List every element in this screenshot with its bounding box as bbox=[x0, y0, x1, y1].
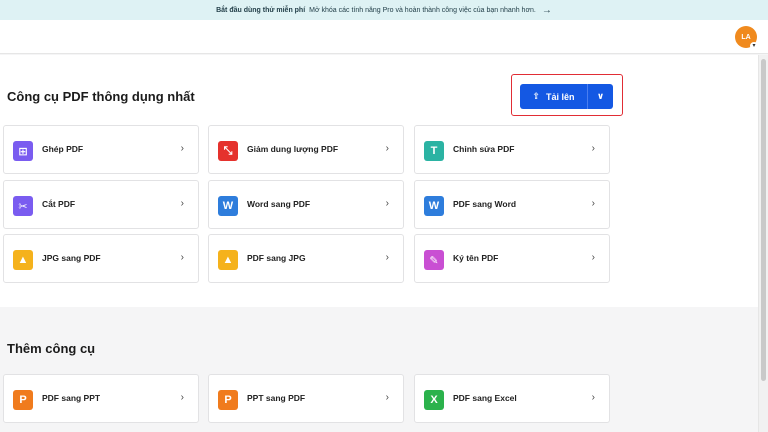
chevron-down-icon: ∨ bbox=[596, 91, 605, 101]
chevron-right-icon: › bbox=[385, 198, 389, 209]
text-edit-icon: T bbox=[424, 141, 444, 161]
promo-banner-bold: Bắt đầu dùng thử miễn phí bbox=[216, 6, 306, 14]
tool-card-label: PDF sang Word bbox=[453, 199, 517, 209]
promo-banner[interactable]: Bắt đầu dùng thử miễn phí Mở khóa các tí… bbox=[0, 0, 768, 20]
tool-card[interactable]: P PDF sang PPT › bbox=[3, 374, 199, 423]
word-icon: W bbox=[424, 196, 444, 216]
tool-card-label: PPT sang PDF bbox=[247, 393, 306, 403]
upload-icon: ⇪ bbox=[532, 91, 541, 101]
tool-card-label: PDF sang JPG bbox=[247, 253, 306, 263]
upload-button[interactable]: ⇪ Tải lên bbox=[520, 84, 588, 109]
signature-icon: ✎ bbox=[424, 250, 444, 270]
chevron-right-icon: › bbox=[591, 392, 595, 403]
tool-card[interactable]: ⊞ Ghép PDF › bbox=[3, 125, 199, 174]
tool-card[interactable]: T Chỉnh sửa PDF › bbox=[414, 125, 610, 174]
popular-tools-title: Công cụ PDF thông dụng nhất bbox=[7, 89, 195, 104]
tool-card-label: Giảm dung lượng PDF bbox=[247, 144, 339, 154]
tool-card[interactable]: W Word sang PDF › bbox=[208, 180, 404, 229]
scrollbar-thumb[interactable] bbox=[761, 59, 766, 381]
upload-button-group: ⇪ Tải lên ∨ bbox=[520, 84, 613, 109]
chevron-right-icon: › bbox=[385, 392, 389, 403]
tool-card[interactable]: ▲ JPG sang PDF › bbox=[3, 234, 199, 283]
chevron-down-icon: ▾ bbox=[750, 42, 758, 50]
chevron-right-icon: › bbox=[385, 252, 389, 263]
excel-icon: X bbox=[424, 390, 444, 410]
tool-card-label: PDF sang Excel bbox=[453, 393, 517, 403]
chevron-right-icon: › bbox=[591, 252, 595, 263]
chevron-right-icon: › bbox=[385, 143, 389, 154]
promo-banner-text: Mở khóa các tính năng Pro và hoàn thành … bbox=[309, 6, 536, 14]
tool-card[interactable]: ▲ PDF sang JPG › bbox=[208, 234, 404, 283]
tool-card[interactable]: P PPT sang PDF › bbox=[208, 374, 404, 423]
chevron-right-icon: › bbox=[591, 143, 595, 154]
tool-card-label: Ghép PDF bbox=[42, 144, 84, 154]
word-icon: W bbox=[218, 196, 238, 216]
upload-button-label: Tải lên bbox=[546, 91, 575, 102]
tool-card-label: PDF sang PPT bbox=[42, 393, 101, 403]
tool-card-label: Cắt PDF bbox=[42, 199, 76, 209]
image-icon: ▲ bbox=[218, 250, 238, 270]
compress-icon: ⤡ bbox=[218, 141, 238, 161]
tool-card-label: Ký tên PDF bbox=[453, 253, 499, 263]
tool-card[interactable]: W PDF sang Word › bbox=[414, 180, 610, 229]
chevron-right-icon: › bbox=[180, 392, 184, 403]
more-tools-title: Thêm công cụ bbox=[7, 341, 96, 356]
tool-card[interactable]: X PDF sang Excel › bbox=[414, 374, 610, 423]
scissors-icon: ✂ bbox=[13, 196, 33, 216]
tool-card[interactable]: ⤡ Giảm dung lượng PDF › bbox=[208, 125, 404, 174]
scrollbar[interactable] bbox=[758, 55, 768, 432]
ppt-icon: P bbox=[218, 390, 238, 410]
top-bar: LA ▾ bbox=[0, 20, 768, 54]
chevron-right-icon: › bbox=[180, 143, 184, 154]
arrow-right-icon: → bbox=[541, 4, 552, 16]
avatar-initials: LA bbox=[741, 33, 751, 41]
upload-dropdown-button[interactable]: ∨ bbox=[588, 84, 613, 109]
tool-card-label: Chỉnh sửa PDF bbox=[453, 144, 515, 154]
avatar[interactable]: LA ▾ bbox=[735, 26, 758, 50]
tool-card[interactable]: ✎ Ký tên PDF › bbox=[414, 234, 610, 283]
image-icon: ▲ bbox=[13, 250, 33, 270]
chevron-right-icon: › bbox=[180, 198, 184, 209]
chevron-right-icon: › bbox=[591, 198, 595, 209]
tool-card-label: Word sang PDF bbox=[247, 199, 311, 209]
chevron-right-icon: › bbox=[180, 252, 184, 263]
merge-icon: ⊞ bbox=[13, 141, 33, 161]
ppt-icon: P bbox=[13, 390, 33, 410]
tool-card[interactable]: ✂ Cắt PDF › bbox=[3, 180, 199, 229]
tool-card-label: JPG sang PDF bbox=[42, 253, 101, 263]
